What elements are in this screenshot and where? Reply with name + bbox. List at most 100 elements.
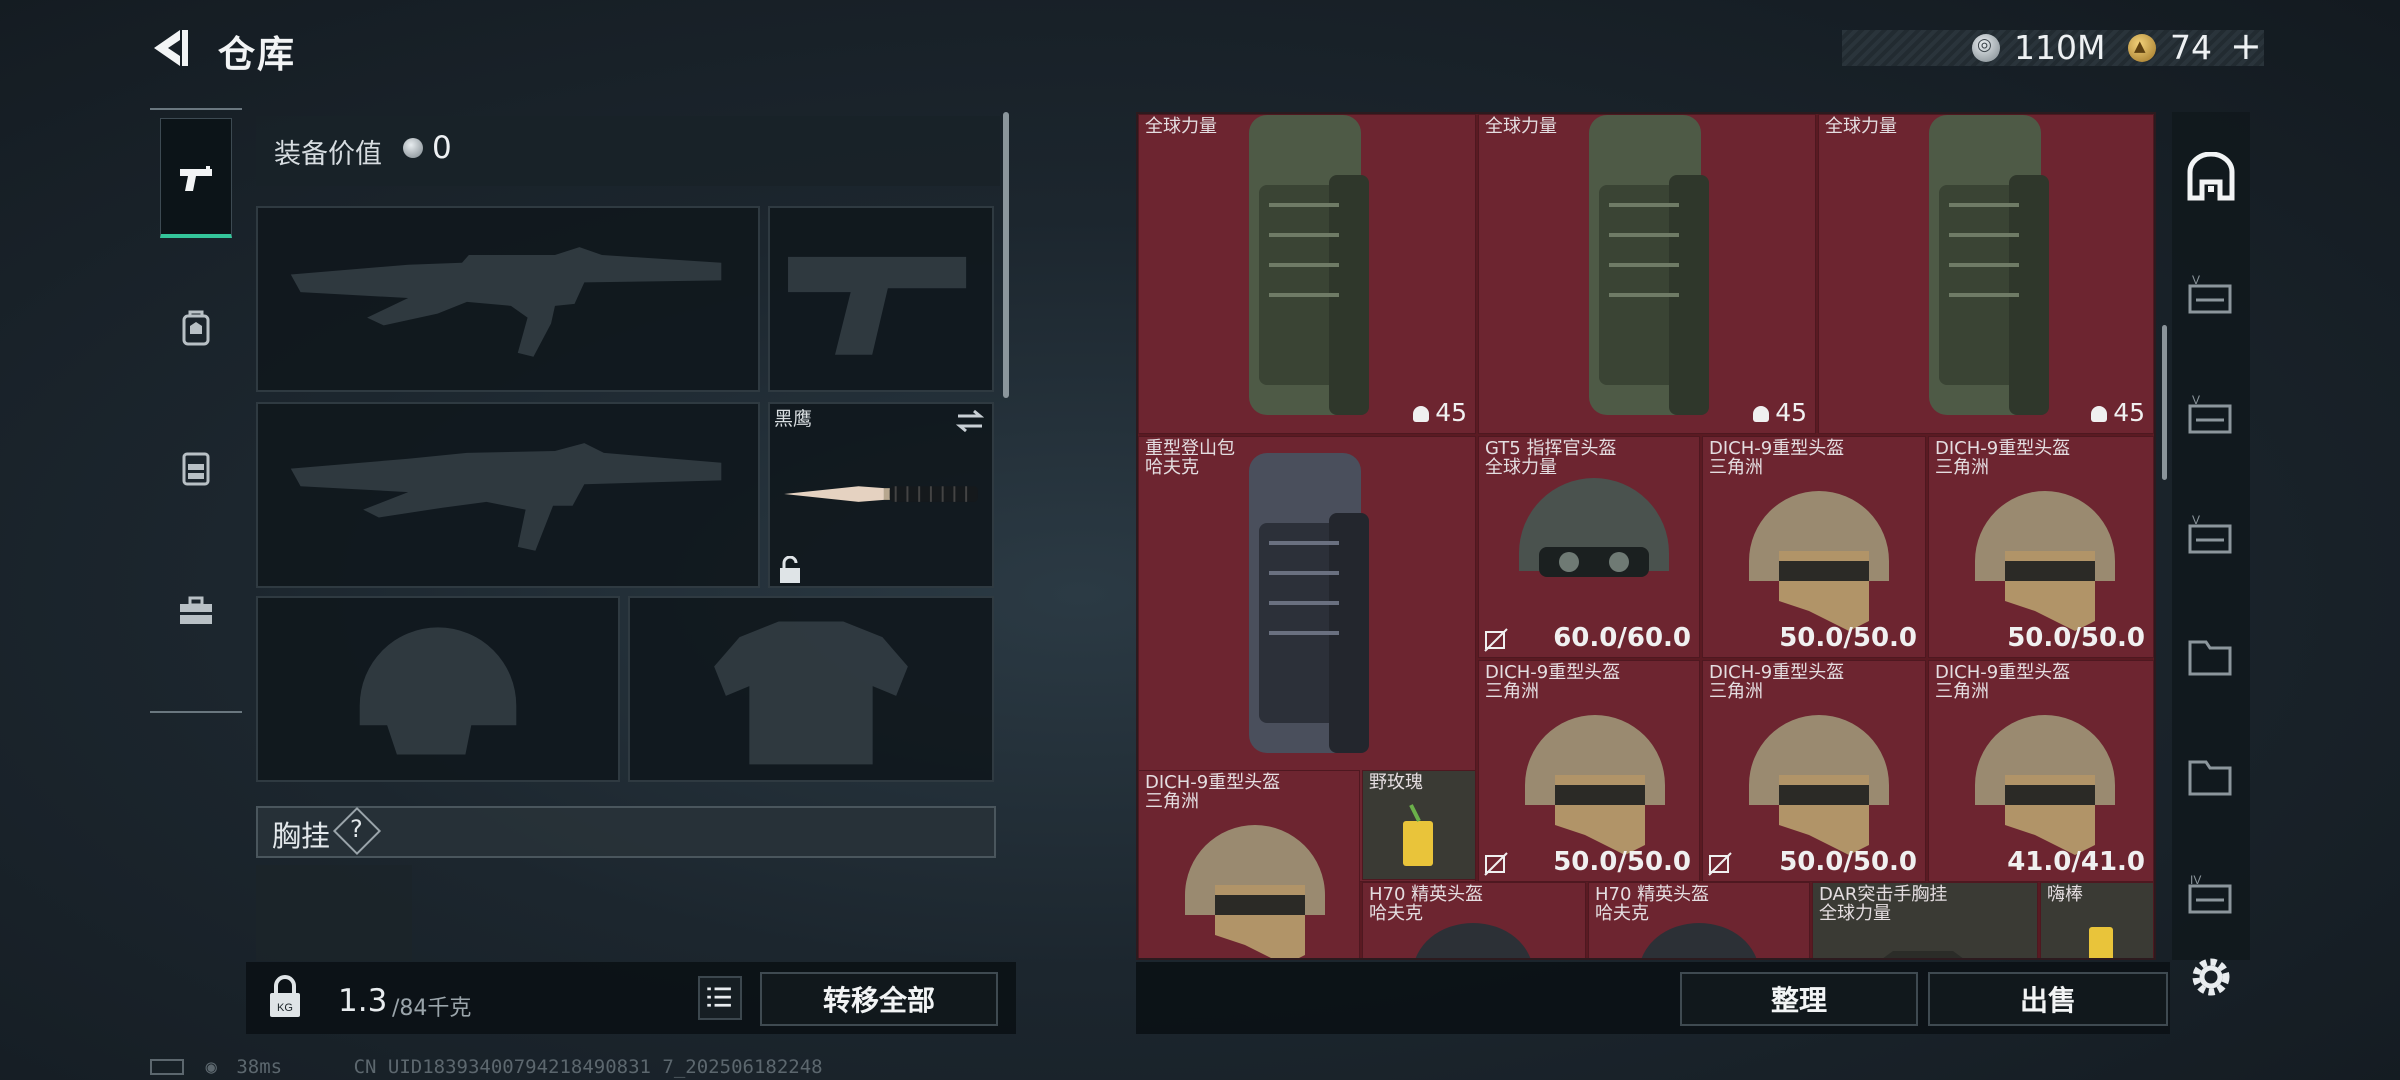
svg-text:V: V (2192, 513, 2200, 527)
rail-tab-weapons[interactable] (160, 118, 232, 238)
item-name: DAR突击手胸挂 (1819, 884, 1948, 905)
no-durability-icon (1708, 852, 1732, 876)
sort-button[interactable]: 整理 (1680, 972, 1918, 1026)
gear-icon[interactable] (2186, 952, 2236, 1002)
item-durability: 60.0/60.0 (1553, 623, 1691, 653)
lock-icon (780, 556, 800, 583)
inventory-item-helmet[interactable]: DICH-9重型头盔 三角洲 (1138, 770, 1360, 958)
inventory-item-backpack[interactable]: 全球力量 45 (1818, 114, 2154, 434)
weight-current: 1.3 (338, 983, 388, 1019)
drink-glass-icon (2089, 927, 2113, 958)
helmet-silhouette-icon (359, 627, 517, 755)
sell-button[interactable]: 出售 (1928, 972, 2168, 1026)
item-capacity: 45 (1435, 398, 1467, 427)
uid-text: CN UID18393400794218490831 7_20250618224… (353, 1056, 823, 1078)
inventory-item-helmet[interactable]: DICH-9重型头盔 三角洲 50.0/50.0 (1702, 436, 1926, 658)
pistol-slot[interactable] (768, 206, 994, 392)
no-durability-icon (1484, 852, 1508, 876)
no-durability-icon (1484, 628, 1508, 652)
money-coin-icon (1972, 34, 2000, 62)
storage-tab-4[interactable] (2180, 626, 2242, 688)
add-gold-button[interactable]: + (2230, 24, 2262, 68)
list-view-button[interactable] (698, 976, 742, 1020)
storage-main-icon (2187, 152, 2235, 201)
helmet-icon (1525, 715, 1665, 855)
storage-folder1-icon (2188, 640, 2232, 676)
svg-text:IV: IV (2190, 873, 2201, 887)
secondary-weapon-slot[interactable] (256, 402, 760, 588)
storage-tab-5[interactable] (2180, 746, 2242, 808)
item-name: H70 精英头盔 (1369, 884, 1484, 905)
item-durability: 41.0/41.0 (2007, 847, 2145, 877)
capacity-icon (2091, 406, 2108, 422)
value-coin-icon (403, 138, 423, 158)
swap-icon[interactable] (954, 408, 986, 434)
inventory-item-helmet[interactable]: GT5 指挥官头盔 全球力量 60.0/60.0 (1478, 436, 1700, 658)
item-name: DICH-9重型头盔 (1485, 662, 1621, 683)
item-name: DICH-9重型头盔 (1145, 772, 1281, 793)
chest-rig-label: 胸挂 (272, 819, 331, 853)
toolbox-icon (180, 596, 212, 624)
rail-tab-vest[interactable] (160, 408, 232, 528)
item-name: DICH-9重型头盔 (1709, 438, 1845, 459)
helmet-icon (1185, 825, 1325, 958)
inventory-item-chest-rig[interactable]: DAR突击手胸挂 全球力量 (1812, 882, 2038, 958)
equipment-value: 0 (432, 130, 452, 166)
helmet-icon (1641, 923, 1757, 958)
armor-slot[interactable] (628, 596, 994, 782)
svg-text:V: V (2192, 393, 2200, 407)
inventory-item-backpack[interactable]: 全球力量 45 (1478, 114, 1816, 434)
item-brand: 哈夫克 (1145, 457, 1199, 478)
inventory-item-helmet[interactable]: H70 精英头盔 哈夫克 (1362, 882, 1586, 958)
inventory-item-helmet[interactable]: DICH-9重型头盔 三角洲 50.0/50.0 (1702, 660, 1926, 882)
helmet-icon (1975, 491, 2115, 631)
storage-tab-2[interactable]: V (2180, 386, 2242, 448)
equipment-scrollbar[interactable] (1003, 112, 1009, 398)
back-arrow-icon[interactable] (148, 26, 192, 70)
helmet-icon (1749, 715, 1889, 855)
backpack-icon (1589, 115, 1709, 415)
drink-glass-icon (1403, 804, 1433, 866)
rail-tab-backpack[interactable] (160, 268, 232, 388)
storage-tab-3[interactable]: V (2180, 506, 2242, 568)
inventory-item-drink[interactable]: 野玫瑰 (1362, 770, 1476, 880)
page-title: 仓库 (218, 33, 296, 76)
inventory-item-helmet[interactable]: DICH-9重型头盔 三角洲 41.0/41.0 (1928, 660, 2154, 882)
inventory-item-helmet[interactable]: DICH-9重型头盔 三角洲 50.0/50.0 (1478, 660, 1700, 882)
inventory-item-helmet[interactable]: DICH-9重型头盔 三角洲 50.0/50.0 (1928, 436, 2154, 658)
wifi-icon: ◉ (205, 1056, 217, 1078)
storage-tab-6[interactable]: IV (2180, 866, 2242, 928)
chest-rig-slot[interactable] (256, 865, 412, 961)
helmet-slot[interactable] (256, 596, 620, 782)
storage-tab-main[interactable] (2180, 146, 2242, 208)
category-rail (150, 108, 242, 713)
item-name: GT5 指挥官头盔 (1485, 438, 1617, 459)
item-brand: 全球力量 (1825, 116, 1897, 137)
rail-tab-tools[interactable] (160, 550, 232, 670)
storage-tab-1[interactable]: V (2180, 266, 2242, 328)
helmet-icon (1415, 923, 1531, 958)
helmet-icon (1519, 478, 1669, 577)
gold-value: 74 (2170, 28, 2212, 67)
chest-rig-icon (1883, 951, 1963, 958)
melee-item-name: 黑鹰 (774, 408, 813, 430)
item-name: H70 精英头盔 (1595, 884, 1710, 905)
backpack-icon (1929, 115, 2049, 415)
helmet-icon (1749, 491, 1889, 631)
backpack-icon (1249, 115, 1369, 415)
helmet-icon (1975, 715, 2115, 855)
inventory-item-backpack[interactable]: 全球力量 45 (1138, 114, 1476, 434)
item-name: DICH-9重型头盔 (1935, 662, 2071, 683)
gold-coin-icon (2128, 34, 2156, 62)
transfer-all-button[interactable]: 转移全部 (760, 972, 998, 1026)
primary-weapon-slot[interactable] (256, 206, 760, 392)
inventory-item-helmet[interactable]: H70 精英头盔 哈夫克 (1588, 882, 1810, 958)
storage-v3-icon: V (2188, 513, 2232, 554)
capacity-icon (1753, 406, 1770, 422)
list-icon (707, 987, 731, 1007)
inventory-item-drink[interactable]: 嗨棒 (2040, 882, 2154, 958)
rifle2-silhouette-icon (290, 443, 722, 551)
pistol-icon (180, 165, 212, 191)
inventory-scrollbar[interactable] (2162, 325, 2167, 480)
item-name: 野玫瑰 (1369, 772, 1423, 793)
